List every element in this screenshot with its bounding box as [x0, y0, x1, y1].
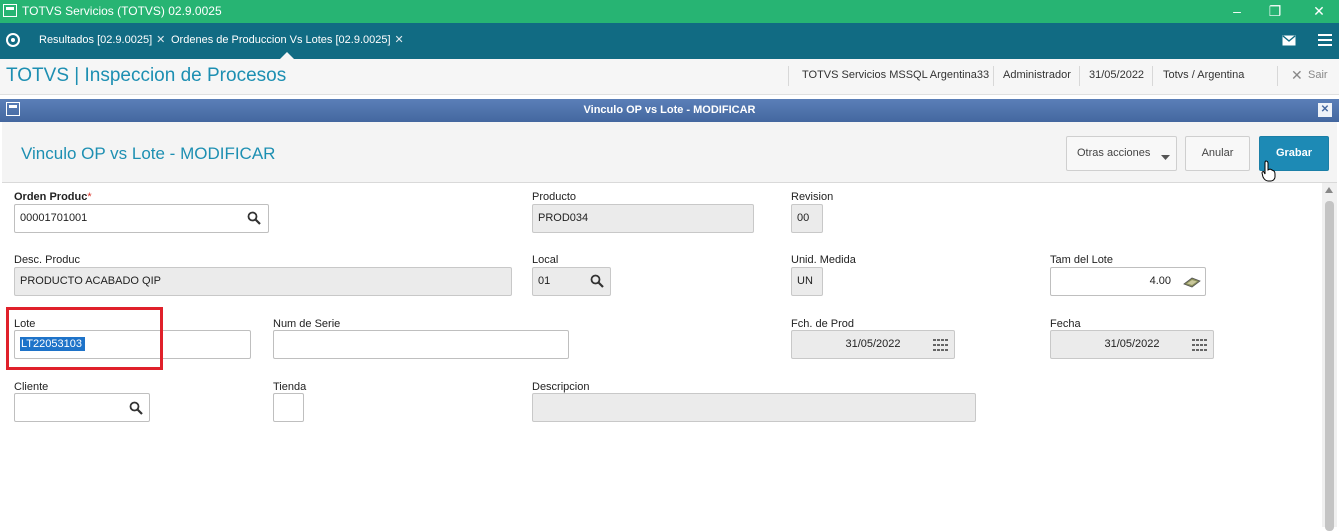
- tab-label: Resultados [02.9.0025]: [39, 34, 153, 46]
- num-serie-label: Num de Serie: [273, 318, 341, 330]
- os-window-title: TOTVS Servicios (TOTVS) 02.9.0025: [22, 4, 222, 18]
- revision-field: 00: [791, 204, 823, 233]
- calendar-icon[interactable]: [933, 339, 948, 351]
- fch-prod-value: 31/05/2022: [845, 338, 901, 350]
- revision-label: Revision: [791, 191, 834, 203]
- form-scrollbar[interactable]: [1322, 183, 1337, 531]
- fecha-field[interactable]: 31/05/2022: [1050, 330, 1214, 359]
- cliente-label: Cliente: [14, 381, 49, 393]
- hand-cursor-icon: [1261, 160, 1276, 182]
- cancel-button[interactable]: Anular: [1185, 136, 1250, 171]
- divider: [1152, 66, 1153, 86]
- app-window-icon: [3, 4, 17, 17]
- tam-lote-field[interactable]: 4.00: [1050, 267, 1206, 296]
- divider: [993, 66, 994, 86]
- producto-field: PROD034: [532, 204, 754, 233]
- fch-prod-field[interactable]: 31/05/2022: [791, 330, 955, 359]
- restore-icon[interactable]: ❐: [1261, 2, 1289, 20]
- cancel-label: Anular: [1201, 147, 1234, 159]
- save-label: Grabar: [1275, 147, 1313, 159]
- orden-produc-value: 00001701001: [20, 212, 88, 224]
- app-header: TOTVS | Inspeccion de Procesos TOTVS Ser…: [0, 59, 1339, 95]
- num-serie-field[interactable]: [273, 330, 569, 359]
- unid-medida-label: Unid. Medida: [791, 254, 856, 266]
- dialog-title: Vinculo OP vs Lote - MODIFICAR: [583, 104, 756, 116]
- producto-value: PROD034: [538, 212, 589, 224]
- divider: [1277, 66, 1278, 86]
- mail-icon[interactable]: [1280, 32, 1298, 50]
- local-field[interactable]: 01: [532, 267, 611, 296]
- lote-highlight-box: [6, 307, 163, 370]
- tab-label: Ordenes de Produccion Vs Lotes [02.9.002…: [171, 34, 391, 46]
- tab-close-icon[interactable]: ✕: [395, 34, 404, 46]
- more-actions-label: Otras acciones: [1077, 147, 1151, 159]
- tab-ordenes-vs-lotes[interactable]: Ordenes de Produccion Vs Lotes [02.9.002…: [165, 23, 410, 59]
- tab-resultados[interactable]: Resultados [02.9.0025] ✕: [33, 23, 171, 59]
- dialog-close-icon[interactable]: ✕: [1318, 103, 1332, 117]
- company-name[interactable]: Totvs / Argentina: [1163, 69, 1244, 81]
- unid-medida-field: UN: [791, 267, 823, 296]
- form-header: Vinculo OP vs Lote - MODIFICAR Otras acc…: [2, 122, 1337, 183]
- producto-label: Producto: [532, 191, 577, 203]
- fch-prod-label: Fch. de Prod: [791, 318, 854, 330]
- tienda-field[interactable]: [273, 393, 304, 422]
- cliente-field[interactable]: [14, 393, 150, 422]
- revision-value: 00: [797, 212, 810, 224]
- local-label: Local: [532, 254, 559, 266]
- close-icon[interactable]: ✕: [1305, 2, 1333, 20]
- desc-produc-value: PRODUCTO ACABADO QIP: [20, 275, 161, 287]
- scroll-up-icon[interactable]: [1325, 187, 1333, 193]
- desc-produc-field: PRODUCTO ACABADO QIP: [14, 267, 512, 296]
- desc-produc-label: Desc. Produc: [14, 254, 81, 266]
- orden-produc-label: Orden Produc*: [14, 191, 92, 203]
- user-name[interactable]: Administrador: [1003, 69, 1071, 81]
- local-value: 01: [538, 275, 551, 287]
- divider: [788, 66, 789, 86]
- chevron-down-icon: [1161, 155, 1170, 160]
- minimize-icon[interactable]: –: [1223, 2, 1251, 20]
- search-icon[interactable]: [590, 274, 604, 288]
- menu-icon[interactable]: [1316, 32, 1334, 50]
- fecha-label: Fecha: [1050, 318, 1081, 330]
- more-actions-button[interactable]: Otras acciones: [1066, 136, 1177, 171]
- session-date[interactable]: 31/05/2022: [1089, 69, 1144, 81]
- os-title-bar: TOTVS Servicios (TOTVS) 02.9.0025 – ❐ ✕: [0, 0, 1339, 23]
- calendar-icon[interactable]: [1192, 339, 1207, 351]
- server-name[interactable]: TOTVS Servicios MSSQL Argentina33: [802, 69, 989, 81]
- tienda-label: Tienda: [273, 381, 307, 393]
- tab-close-icon[interactable]: ✕: [156, 34, 165, 46]
- descripcion-field: [532, 393, 976, 422]
- calculator-icon[interactable]: [1183, 275, 1201, 289]
- search-icon[interactable]: [247, 211, 261, 225]
- scrollbar-thumb[interactable]: [1325, 201, 1334, 531]
- page-title: TOTVS | Inspeccion de Procesos: [6, 65, 287, 86]
- exit-label[interactable]: Sair: [1308, 69, 1328, 81]
- dialog-title-bar: Vinculo OP vs Lote - MODIFICAR ✕: [0, 99, 1339, 122]
- search-icon[interactable]: [129, 401, 143, 415]
- orden-produc-field[interactable]: 00001701001: [14, 204, 269, 233]
- divider: [1079, 66, 1080, 86]
- unid-medida-value: UN: [797, 275, 813, 287]
- totvs-logo-icon[interactable]: [6, 33, 20, 47]
- form-title: Vinculo OP vs Lote - MODIFICAR: [21, 144, 276, 163]
- tab-bar: Resultados [02.9.0025] ✕ Ordenes de Produ…: [0, 23, 1339, 59]
- descripcion-label: Descripcion: [532, 381, 590, 393]
- fecha-value: 31/05/2022: [1104, 338, 1160, 350]
- exit-icon[interactable]: ✕: [1291, 67, 1303, 84]
- tam-lote-label: Tam del Lote: [1050, 254, 1113, 266]
- tam-lote-value: 4.00: [1149, 275, 1171, 287]
